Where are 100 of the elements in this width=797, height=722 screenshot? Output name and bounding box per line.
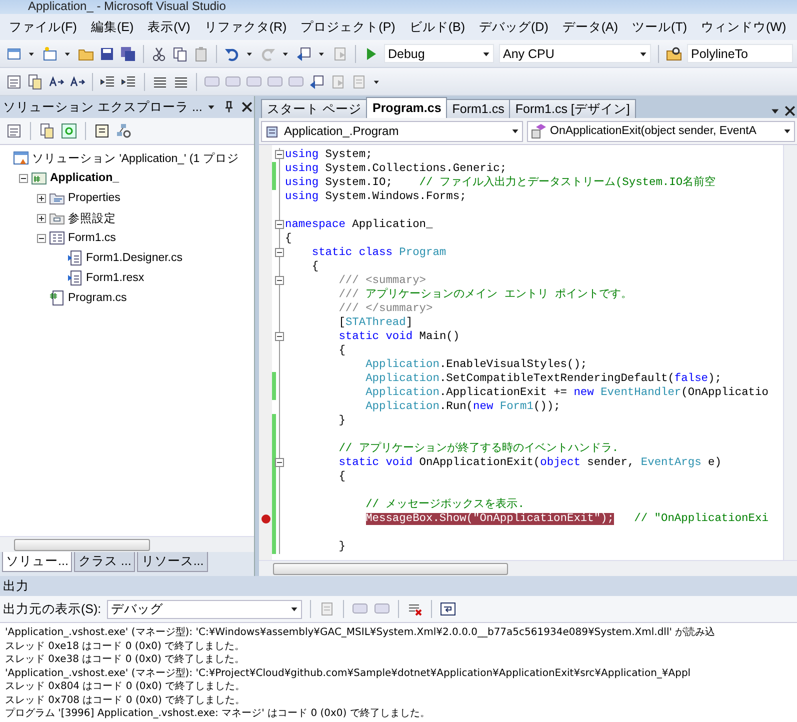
document-tab[interactable]: Form1.cs: [446, 99, 510, 118]
code-line: Application.SetCompatibleTextRenderingDefault(false);: [364, 372, 722, 386]
back-icon[interactable]: [309, 74, 325, 90]
fold-icon[interactable]: [275, 220, 284, 229]
fold-icon[interactable]: [275, 458, 284, 467]
code-line: Application.EnableVisualStyles();: [364, 358, 588, 372]
window-icon[interactable]: [6, 46, 22, 62]
save-icon[interactable]: [99, 46, 115, 62]
dependent-file-icon: [67, 270, 83, 286]
tree-item[interactable]: Program.cs: [68, 292, 127, 304]
method-icon: [531, 123, 547, 139]
expand-toggle[interactable]: [37, 194, 46, 202]
source-label: 出力元の表示(S):: [3, 600, 102, 618]
tree-item[interactable]: Application_: [50, 172, 120, 184]
paste-icon[interactable]: [193, 46, 209, 62]
menu-item[interactable]: リファクタ(R): [197, 18, 294, 36]
code-line: // アプリケーションが終了する時のイベントハンドラ.: [338, 442, 619, 456]
indent-icon[interactable]: [100, 74, 116, 90]
horizontal-scrollbar[interactable]: [0, 536, 254, 552]
fold-icon[interactable]: [275, 276, 284, 285]
view-code-icon[interactable]: [94, 123, 110, 139]
expand-toggle[interactable]: [37, 214, 46, 222]
code-line: {: [338, 470, 346, 484]
back-icon[interactable]: [296, 46, 312, 62]
solution-icon: [13, 150, 29, 166]
menu-item[interactable]: 編集(E): [84, 18, 141, 36]
add-item-icon[interactable]: [42, 46, 58, 62]
horizontal-scrollbar[interactable]: [259, 560, 797, 576]
cs-project-icon: [31, 170, 47, 186]
output-source-dropdown[interactable]: デバッグ: [107, 600, 302, 618]
configuration-dropdown[interactable]: Debug: [384, 44, 494, 63]
code-line: static void Main(): [338, 330, 460, 344]
tree-item[interactable]: Form1.cs: [68, 232, 116, 244]
code-line: static void OnApplicationExit(object sender, EventArgs e): [338, 456, 722, 470]
window-title: Application_ - Microsoft Visual Studio: [0, 0, 797, 14]
platform-dropdown[interactable]: Any CPU: [499, 44, 651, 63]
tree-item[interactable]: Form1.resx: [86, 272, 144, 284]
collapse-toggle[interactable]: [37, 234, 46, 242]
find-folder-icon[interactable]: [666, 46, 682, 62]
menu-item[interactable]: ビルド(B): [402, 18, 472, 36]
copy-icon[interactable]: [172, 46, 188, 62]
member-dropdown[interactable]: OnApplicationExit(object sender, EventA: [527, 120, 795, 142]
code-line: Application.Run(new Form1());: [364, 400, 560, 414]
cut-icon[interactable]: [151, 46, 167, 62]
code-line: [STAThread]: [338, 316, 413, 330]
fold-icon[interactable]: [275, 332, 284, 341]
menu-item[interactable]: ツール(T): [625, 18, 694, 36]
dependent-file-icon: [67, 250, 83, 266]
menu-item[interactable]: ウィンドウ(W): [694, 18, 794, 36]
menu-item[interactable]: プロジェクト(P): [294, 18, 402, 36]
breakpoint-icon[interactable]: [260, 513, 272, 525]
document-tab[interactable]: Program.cs: [366, 97, 448, 118]
close-icon[interactable]: [240, 100, 254, 114]
properties-icon[interactable]: [6, 74, 22, 90]
menu-item[interactable]: データ(A): [555, 18, 626, 36]
output-line: スレッド 0x804 はコード 0 (0x0) で終了しました。: [5, 680, 246, 694]
code-line: namespace Application_: [285, 218, 433, 232]
code-line: {: [285, 232, 292, 246]
code-line: Application.ApplicationExit += new EventHandler(OnApplicatio: [364, 386, 768, 400]
code-line: using System;: [285, 148, 372, 162]
fold-icon[interactable]: [275, 248, 284, 257]
menu-item[interactable]: 表示(V): [140, 18, 198, 36]
panel-title: 出力: [3, 578, 29, 594]
wrap-icon[interactable]: [440, 601, 456, 617]
cs-file-icon: [49, 290, 65, 306]
find-field[interactable]: PolylineTo: [687, 44, 793, 63]
pages-icon[interactable]: [27, 74, 43, 90]
document-tab[interactable]: Form1.cs [デザイン]: [509, 99, 636, 118]
code-line: }: [338, 414, 346, 428]
code-line: static class Program: [310, 246, 446, 260]
panel-tab[interactable]: リソース...: [137, 552, 208, 572]
output-line: スレッド 0xe18 はコード 0 (0x0) で終了しました。: [5, 640, 246, 653]
class-diagram-icon[interactable]: [116, 123, 132, 139]
menu-item[interactable]: デバッグ(D): [472, 18, 556, 36]
code-line: // メッセージボックスを表示.: [364, 498, 524, 512]
document-tab[interactable]: スタート ページ: [261, 99, 368, 118]
fold-icon[interactable]: [275, 150, 284, 159]
code-line: /// </summary>: [338, 302, 433, 316]
tree-item[interactable]: 参照設定: [68, 210, 116, 226]
tree-item[interactable]: ソリューション 'Application_' (1 プロジ: [32, 150, 239, 166]
panel-tab[interactable]: クラス ...: [74, 552, 136, 572]
type-dropdown[interactable]: Application_.Program: [261, 120, 523, 142]
code-line: /// アプリケーションのメイン エントリ ポイントです。: [338, 288, 632, 302]
indent-icon[interactable]: [121, 74, 137, 90]
vertical-scrollbar[interactable]: [783, 145, 797, 560]
save-all-icon[interactable]: [120, 46, 136, 62]
tree-item[interactable]: Form1.Designer.cs: [86, 252, 183, 264]
panel-tab[interactable]: ソリュー...: [2, 552, 72, 572]
form-icon: [49, 230, 65, 246]
refresh-icon[interactable]: [61, 123, 77, 139]
collapse-toggle[interactable]: [19, 174, 28, 182]
menu-item[interactable]: ファイル(F): [2, 18, 84, 36]
panel-title: ソリューション エクスプローラ ...: [3, 98, 202, 116]
close-icon[interactable]: [783, 104, 797, 118]
tree-item[interactable]: Properties: [68, 192, 120, 204]
pages-icon[interactable]: [39, 123, 55, 139]
properties-icon[interactable]: [6, 123, 22, 139]
output-line: プログラム '[3996] Application_.vshost.exe: マネージ' はコード 0 (0x0) で終了しました。: [5, 707, 431, 720]
code-line: using System.IO; // ファイル入出力とデータストリーム(System.IO名前空: [285, 176, 716, 190]
output-line: スレッド 0x708 はコード 0 (0x0) で終了しました。: [5, 694, 246, 707]
